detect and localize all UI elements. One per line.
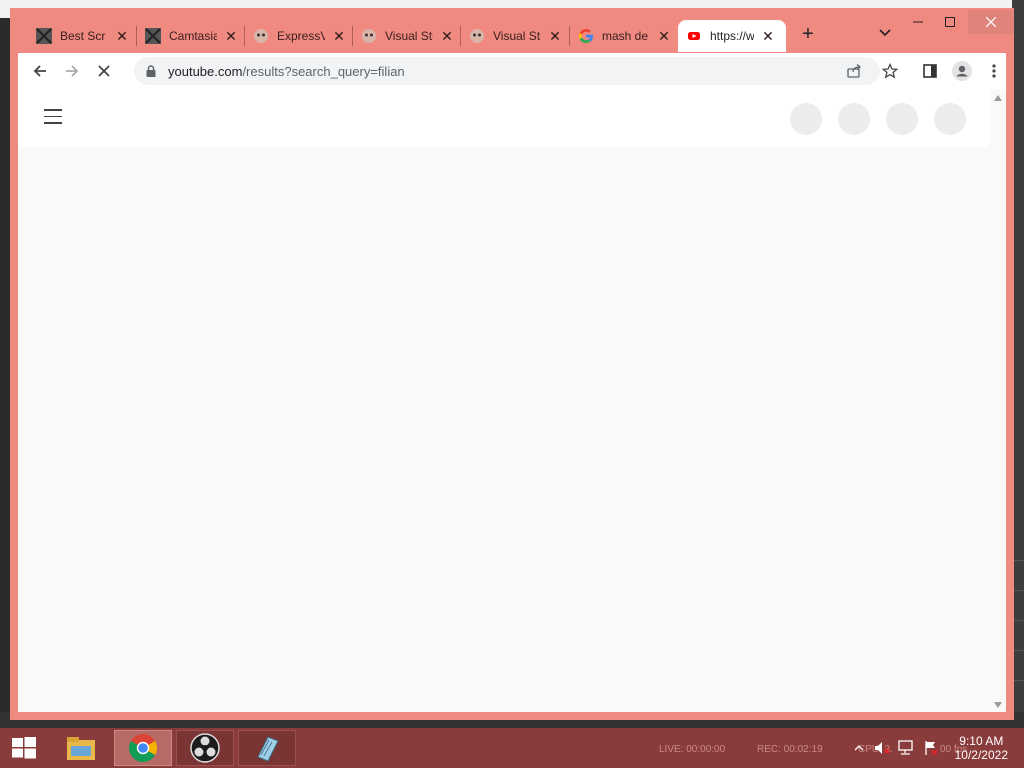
system-clock[interactable]: 9:10 AM 10/2/2022 [955,734,1008,762]
scroll-down-arrow-icon[interactable] [994,702,1002,708]
close-tab-icon[interactable]: ✕ [223,28,239,44]
loading-skeleton-circle [934,103,966,135]
obs-live-status: LIVE: 00:00:00 [659,744,726,755]
new-tab-button[interactable]: + [796,22,820,46]
tab-2[interactable]: Camtasia ✕ [137,20,239,52]
tab-4[interactable]: Visual Studio ✕ [353,20,455,52]
action-center-flag-icon[interactable] [922,738,940,758]
kebab-menu-icon[interactable] [982,59,1006,83]
volume-muted-icon[interactable] [872,738,892,758]
side-panel-icon[interactable] [918,59,942,83]
tab-5[interactable]: Visual Studio ✕ [461,20,563,52]
page-viewport [18,89,1006,712]
loading-skeleton-circle [886,103,918,135]
notepad-taskbar-button[interactable] [238,730,296,766]
loading-skeleton-circle [790,103,822,135]
tab-strip: Best Scr ✕ Camtasia ✕ ExpressVPN ✕ Visua… [10,8,1014,54]
mascot-icon [469,28,485,44]
maximize-button[interactable] [934,10,966,34]
loading-skeleton-circle [838,103,870,135]
profile-avatar[interactable] [950,59,974,83]
tab-3[interactable]: ExpressVPN ✕ [245,20,347,52]
close-window-button[interactable] [968,10,1014,34]
url-domain: youtube.com [168,63,243,79]
tab-title: ExpressVPN [277,29,325,43]
close-tab-icon[interactable]: ✕ [114,28,130,44]
chrome-window: Best Scr ✕ Camtasia ✕ ExpressVPN ✕ Visua… [10,8,1014,720]
bookmark-star-icon[interactable] [878,59,902,83]
browser-toolbar: youtube.com/results?search_query=filian [18,53,1006,89]
youtube-header [18,89,990,147]
url-path: /results?search_query=filian [242,63,405,79]
obs-rec-status: REC: 00:02:19 [757,744,823,755]
back-button[interactable] [28,59,52,83]
minimize-button[interactable] [902,10,934,34]
close-tab-icon[interactable]: ✕ [760,28,776,44]
forward-button[interactable] [60,59,84,83]
mascot-icon [361,28,377,44]
google-icon [578,28,594,44]
tray-overflow-chevron-icon[interactable] [852,738,866,758]
chevron-down-icon[interactable] [876,24,894,42]
start-button[interactable] [6,730,42,766]
tab-1[interactable]: Best Scr ✕ [28,20,130,52]
camtasia-icon [145,28,161,44]
url-text: youtube.com/results?search_query=filian [168,64,405,79]
expressvpn-icon [253,28,269,44]
youtube-icon [686,28,702,44]
share-icon[interactable] [842,59,866,83]
tab-6[interactable]: mash de ✕ [570,20,672,52]
camtasia-icon [36,28,52,44]
file-explorer-icon[interactable] [58,730,104,766]
hamburger-menu-icon[interactable] [44,109,62,124]
network-icon[interactable] [896,738,916,758]
tab-title: https://www.youtube [710,29,754,43]
obs-taskbar-button[interactable] [176,730,234,766]
clock-time: 9:10 AM [959,734,1004,748]
vertical-scrollbar[interactable] [990,89,1006,712]
tab-title: Best Scr [60,29,106,43]
tab-title: Visual Studio [385,29,433,43]
close-tab-icon[interactable]: ✕ [656,28,672,44]
close-tab-icon[interactable]: ✕ [439,28,455,44]
tab-active-youtube[interactable]: https://www.youtube ✕ [678,20,786,52]
tab-title: Visual Studio [493,29,541,43]
tab-title: Camtasia [169,29,217,43]
address-bar[interactable]: youtube.com/results?search_query=filian [134,57,880,85]
close-tab-icon[interactable]: ✕ [331,28,347,44]
close-tab-icon[interactable]: ✕ [547,28,563,44]
windows-taskbar: LIVE: 00:00:00 REC: 00:02:19 CPU: 3. 00 … [0,728,1024,768]
clock-date: 10/2/2022 [954,748,1008,762]
stop-loading-button[interactable] [92,59,116,83]
lock-icon[interactable] [144,64,158,78]
scroll-up-arrow-icon[interactable] [994,95,1002,101]
tab-title: mash de [602,29,649,43]
chrome-taskbar-button[interactable] [114,730,172,766]
